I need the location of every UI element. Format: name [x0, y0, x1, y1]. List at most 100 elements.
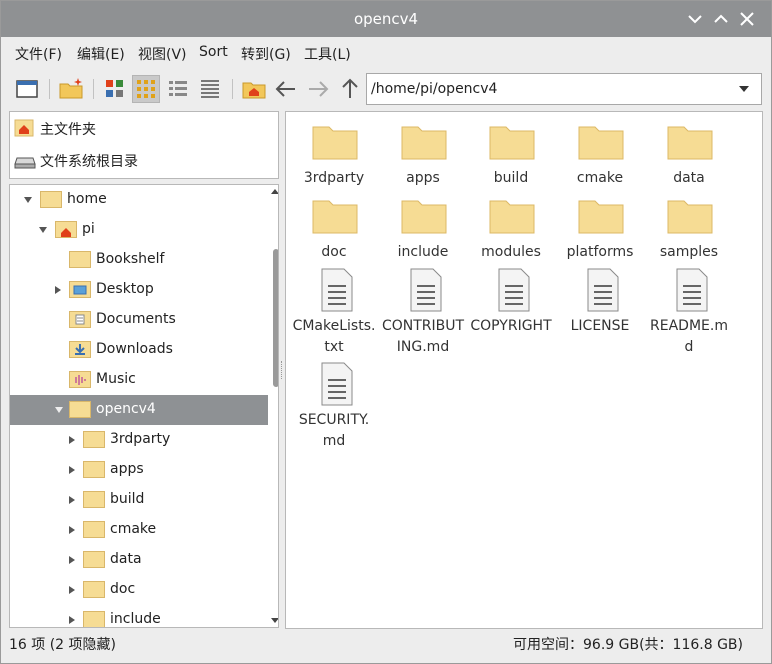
place-label: 主文件夹: [40, 122, 96, 138]
back-button[interactable]: [272, 75, 300, 103]
chevron-down-icon: [739, 86, 749, 92]
folder-icon: [401, 200, 447, 234]
file-item[interactable]: COPYRIGHT: [467, 264, 555, 354]
menu-sort[interactable]: Sort: [199, 44, 228, 60]
new-window-icon: [16, 80, 38, 98]
file-name: apps: [406, 170, 440, 186]
free-space-status: 可用空间：96.9 GB(共：116.8 GB): [513, 637, 743, 653]
expander-icon[interactable]: [69, 466, 75, 474]
folder-icon: [401, 126, 447, 160]
expander-icon[interactable]: [69, 436, 75, 444]
folder-icon: [489, 126, 535, 160]
expander-icon[interactable]: [69, 556, 75, 564]
expander-icon[interactable]: [69, 496, 75, 504]
scrollbar-thumb[interactable]: [273, 249, 278, 387]
expander-icon[interactable]: [24, 197, 32, 203]
tree-node-doc[interactable]: doc: [10, 575, 268, 605]
tree-node-documents[interactable]: Documents: [10, 305, 268, 335]
pane-splitter-handle[interactable]: [281, 361, 284, 379]
tree-node-label: 3rdparty: [110, 431, 171, 447]
tree-node-3rdparty[interactable]: 3rdparty: [10, 425, 268, 455]
view-icons-button[interactable]: [101, 75, 129, 103]
file-name: doc: [321, 244, 347, 260]
folder-icon: [312, 200, 358, 234]
item-count-status: 16 项 (2 项隐藏): [9, 637, 116, 653]
maximize-button[interactable]: [711, 9, 731, 29]
window-title: opencv4: [353, 10, 419, 28]
file-item[interactable]: LICENSE: [556, 264, 644, 354]
expander-icon[interactable]: [55, 286, 61, 294]
expander-icon[interactable]: [69, 526, 75, 534]
file-name: README.m d: [650, 318, 728, 355]
menu-view[interactable]: 视图(V): [138, 44, 187, 64]
tree-node-opencv4[interactable]: opencv4: [10, 395, 268, 425]
file-name: samples: [659, 244, 719, 260]
directory-tree[interactable]: home pi Bookshelf Desktop Documents Down…: [9, 184, 279, 628]
file-name: COPYRIGHT: [470, 318, 552, 334]
home-folder-icon: [242, 82, 266, 99]
tree-node-downloads[interactable]: Downloads: [10, 335, 268, 365]
expander-icon[interactable]: [55, 407, 63, 413]
menu-edit[interactable]: 编辑(E): [77, 44, 125, 64]
tree-node-label: Bookshelf: [96, 251, 165, 267]
folder-icon: [83, 431, 105, 448]
tree-node-desktop[interactable]: Desktop: [10, 275, 268, 305]
text-file-icon: [587, 268, 619, 312]
menu-file[interactable]: 文件(F): [15, 44, 62, 64]
arrow-right-icon: [309, 81, 329, 97]
up-button[interactable]: [336, 75, 364, 103]
forward-button[interactable]: [304, 75, 332, 103]
close-button[interactable]: [737, 9, 757, 29]
menu-go[interactable]: 转到(G): [241, 44, 291, 64]
tree-node-home[interactable]: home: [10, 185, 268, 215]
title-bar[interactable]: opencv4: [1, 1, 771, 37]
scroll-up-icon[interactable]: [271, 189, 278, 194]
tree-scrollbar[interactable]: [271, 185, 278, 627]
tree-node-music[interactable]: Music: [10, 365, 268, 395]
arrow-left-icon: [275, 81, 295, 97]
tree-node-apps[interactable]: apps: [10, 455, 268, 485]
folder-icon: [40, 191, 62, 208]
tree-node-pi[interactable]: pi: [10, 215, 268, 245]
menu-tools[interactable]: 工具(L): [304, 44, 351, 64]
minimize-button[interactable]: [685, 9, 705, 29]
view-list-button[interactable]: [196, 75, 224, 103]
file-manager-window: opencv4 文件(F) 编辑(E) 视图(V) Sort 转到(G) 工具(…: [0, 0, 772, 664]
tree-node-cmake[interactable]: cmake: [10, 515, 268, 545]
tree-node-label: Documents: [96, 311, 176, 327]
file-item[interactable]: SECURITY. md: [290, 358, 378, 449]
file-item[interactable]: CMakeLists. txt: [290, 264, 378, 355]
folder-icon: [83, 551, 105, 568]
menu-bar: 文件(F) 编辑(E) 视图(V) Sort 转到(G) 工具(L): [1, 39, 771, 67]
folder-icon: [578, 126, 624, 160]
text-file-icon: [676, 268, 708, 312]
home-button[interactable]: [240, 75, 268, 103]
path-history-dropdown[interactable]: [739, 83, 753, 95]
tree-node-bookshelf[interactable]: Bookshelf: [10, 245, 268, 275]
new-tab-button[interactable]: [57, 75, 85, 103]
tree-node-include[interactable]: include: [10, 605, 268, 627]
file-name: build: [493, 170, 529, 186]
folder-icon: [83, 491, 105, 508]
folder-icon: [667, 126, 713, 160]
expander-icon[interactable]: [69, 616, 75, 624]
path-entry-value[interactable]: /home/pi/opencv4: [371, 81, 497, 97]
file-view[interactable]: 3rdparty apps build cmake data doc inclu…: [285, 111, 763, 629]
folder-icon: [69, 251, 91, 268]
expander-icon[interactable]: [39, 227, 47, 233]
file-name: 3rdparty: [303, 170, 365, 186]
new-window-button[interactable]: [13, 75, 41, 103]
view-thumbnails-button[interactable]: [132, 75, 160, 103]
scroll-down-icon[interactable]: [271, 618, 278, 623]
view-compact-button[interactable]: [164, 75, 192, 103]
icon-view-icon: [106, 80, 123, 97]
file-item[interactable]: CONTRIBUT ING.md: [379, 264, 467, 355]
text-file-icon: [498, 268, 530, 312]
file-item[interactable]: README.m d: [645, 264, 733, 355]
tree-node-build[interactable]: build: [10, 485, 268, 515]
tree-node-data[interactable]: data: [10, 545, 268, 575]
new-folder-icon: [59, 78, 83, 99]
tree-node-label: build: [110, 491, 145, 507]
path-entry[interactable]: /home/pi/opencv4: [366, 73, 762, 105]
expander-icon[interactable]: [69, 586, 75, 594]
